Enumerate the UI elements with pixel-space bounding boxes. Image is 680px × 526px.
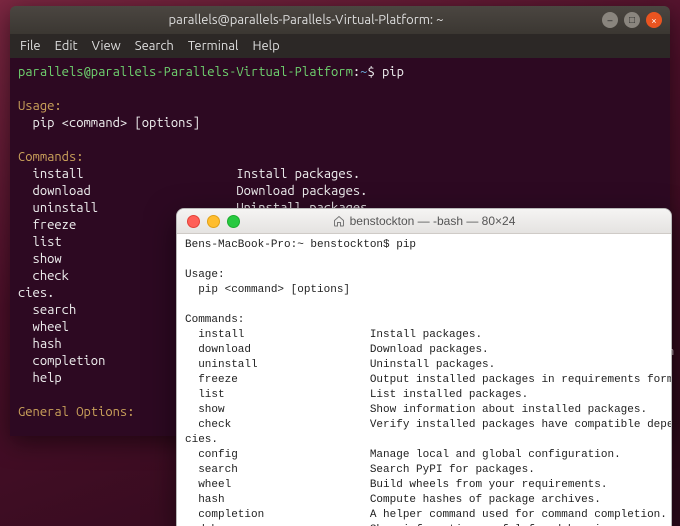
ubuntu-titlebar[interactable]: parallels@parallels-Parallels-Virtual-Pl… (10, 6, 670, 34)
maximize-button[interactable]: □ (624, 12, 640, 28)
mac-window-title-row: benstockton — -bash — 80×24 (177, 214, 671, 228)
menu-file[interactable]: File (20, 39, 41, 53)
menu-terminal[interactable]: Terminal (188, 39, 239, 53)
close-button[interactable]: × (646, 12, 662, 28)
watermark-text: wsxdn.com (619, 346, 674, 358)
mac-titlebar[interactable]: benstockton — -bash — 80×24 (177, 209, 671, 234)
ubuntu-window-title: parallels@parallels-Parallels-Virtual-Pl… (10, 13, 602, 27)
minimize-button[interactable]: – (602, 12, 618, 28)
home-icon (333, 215, 345, 227)
ubuntu-menubar: File Edit View Search Terminal Help (10, 34, 670, 58)
mac-window-title: benstockton — -bash — 80×24 (350, 214, 516, 228)
mac-terminal-window[interactable]: benstockton — -bash — 80×24 Bens-MacBook… (176, 208, 672, 526)
ubuntu-window-controls: – □ × (602, 12, 670, 28)
mac-terminal-area[interactable]: Bens-MacBook-Pro:~ benstockton$ pip Usag… (177, 234, 671, 526)
menu-search[interactable]: Search (135, 39, 174, 53)
menu-help[interactable]: Help (252, 39, 279, 53)
desktop: parallels@parallels-Parallels-Virtual-Pl… (0, 0, 680, 526)
menu-view[interactable]: View (92, 39, 121, 53)
menu-edit[interactable]: Edit (55, 39, 78, 53)
